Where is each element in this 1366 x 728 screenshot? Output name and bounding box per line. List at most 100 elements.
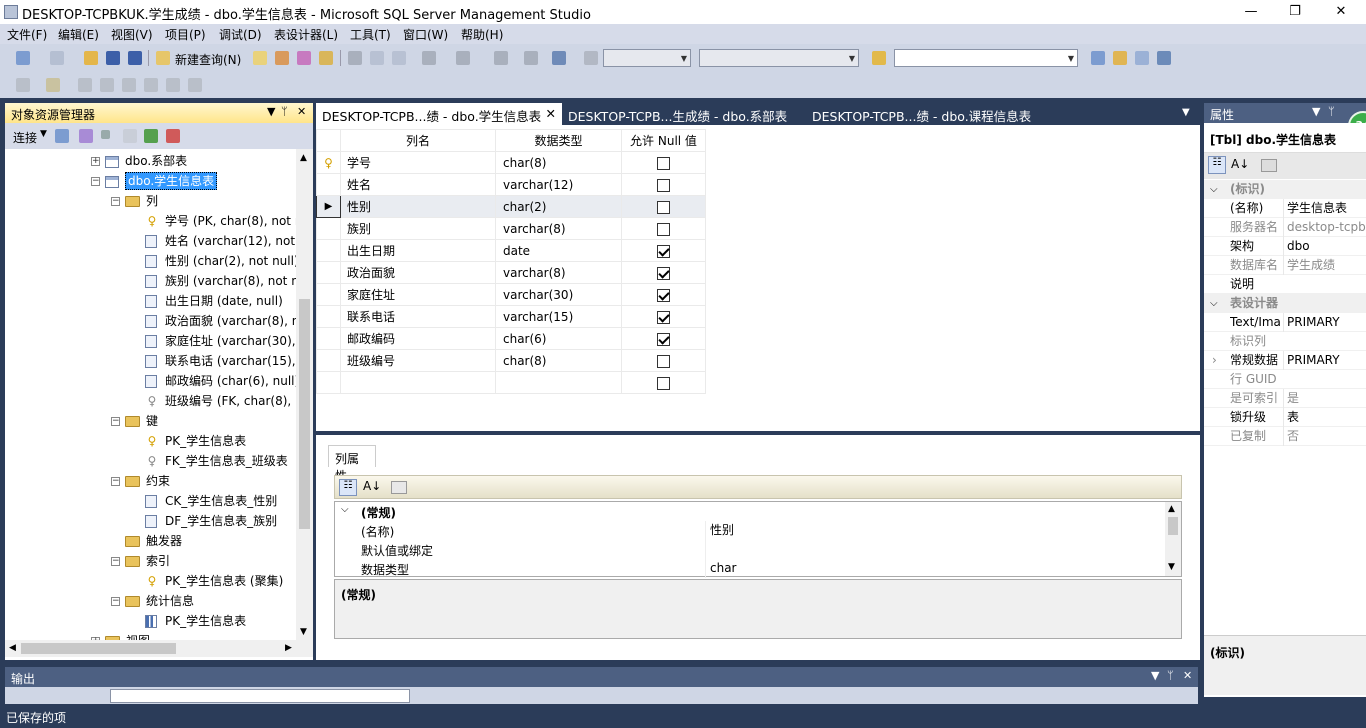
filter-icon[interactable]	[123, 129, 137, 143]
property-row[interactable]: 行 GUID	[1204, 370, 1366, 389]
restore-button[interactable]: ❐	[1272, 0, 1318, 22]
new-query-button[interactable]: 新建查询(N)	[175, 51, 241, 68]
tree-node[interactable]: DF_学生信息表_族别	[145, 511, 277, 531]
property-row[interactable]: 架构 dbo	[1204, 237, 1366, 256]
navigate-forward-icon[interactable]	[524, 51, 538, 65]
row-selector[interactable]	[316, 371, 341, 394]
scroll-right-icon[interactable]: ▶	[285, 643, 292, 653]
category-row[interactable]: ⌵ (常规)	[335, 502, 1165, 521]
cut-icon[interactable]	[348, 51, 362, 65]
property-value[interactable]: 性别	[705, 521, 1163, 540]
tree-node[interactable]: dbo.学生信息表	[105, 171, 218, 191]
column-name-cell[interactable]: 邮政编码	[340, 327, 496, 350]
menu-debug[interactable]: 调试(D)	[219, 26, 262, 43]
tree-node[interactable]: 列	[125, 191, 158, 211]
summary-icon[interactable]	[166, 129, 180, 143]
property-value[interactable]: dbo	[1283, 237, 1366, 256]
property-row[interactable]: 锁升级 表	[1204, 408, 1366, 427]
allow-null-checkbox[interactable]	[657, 266, 670, 280]
add-item-icon[interactable]	[50, 51, 64, 65]
chevron-down-icon[interactable]: ▼	[40, 129, 47, 139]
current-row-icon[interactable]: ▶	[316, 195, 341, 218]
data-type-cell[interactable]: char(8)	[495, 151, 622, 174]
copy-icon[interactable]	[370, 51, 384, 65]
collapse-icon[interactable]: −	[111, 557, 120, 566]
paste-icon[interactable]	[392, 51, 406, 65]
scroll-down-icon[interactable]: ▼	[300, 627, 307, 637]
menu-project[interactable]: 项目(P)	[165, 26, 206, 43]
tools-icon[interactable]	[1135, 51, 1149, 65]
tree-node[interactable]: 政治面貌 (varchar(8), n	[145, 311, 296, 331]
column-name-cell[interactable]: 出生日期	[340, 239, 496, 262]
scroll-thumb-horizontal[interactable]	[21, 643, 176, 654]
property-category[interactable]: ⌵ 表设计器	[1204, 294, 1366, 313]
tab-department[interactable]: DESKTOP-TCPB...生成绩 - dbo.系部表	[562, 103, 793, 125]
tree-node[interactable]: 统计信息	[125, 591, 194, 611]
tree-node[interactable]: 视图	[105, 631, 150, 640]
object-selector[interactable]: [Tbl] dbo.学生信息表	[1204, 123, 1366, 153]
alphabetical-icon[interactable]: A↓	[363, 479, 381, 493]
properties-window-icon[interactable]	[1157, 51, 1171, 65]
close-panel-icon[interactable]: ✕	[1183, 669, 1192, 682]
table-row[interactable]: ♀ 学号 char(8)	[316, 151, 706, 174]
tree-node[interactable]: 约束	[125, 471, 170, 491]
tree-node[interactable]: 键	[125, 411, 158, 431]
tree-node[interactable]: 出生日期 (date, null)	[145, 291, 283, 311]
property-row[interactable]: 说明	[1204, 275, 1366, 294]
collapse-icon[interactable]: ⌵	[341, 504, 349, 515]
property-row[interactable]: (名称) 学生信息表	[1204, 199, 1366, 218]
find-icon[interactable]	[872, 51, 886, 65]
allow-null-checkbox[interactable]	[657, 376, 670, 390]
property-row[interactable]: 已复制 否	[1204, 427, 1366, 446]
pin-icon[interactable]: ᛘ	[1328, 105, 1335, 118]
tree-node[interactable]: 家庭住址 (varchar(30),	[145, 331, 296, 351]
collapse-icon[interactable]: ⌵	[1210, 180, 1218, 199]
close-tab-icon[interactable]: ✕	[546, 106, 556, 121]
table-row[interactable]	[316, 371, 706, 394]
data-type-cell[interactable]: varchar(8)	[495, 217, 622, 240]
allow-null-checkbox[interactable]	[657, 332, 670, 346]
collapse-icon[interactable]: −	[111, 417, 120, 426]
refresh-icon[interactable]	[144, 129, 158, 143]
tree-node[interactable]: PK_学生信息表	[145, 611, 246, 631]
tab-course-info[interactable]: DESKTOP-TCPB...绩 - dbo.课程信息表	[806, 103, 1037, 125]
output-source-dropdown[interactable]	[110, 689, 410, 703]
allow-null-checkbox[interactable]	[657, 310, 670, 324]
property-row[interactable]: (名称) 性别	[335, 521, 1165, 540]
tab-student-info[interactable]: DESKTOP-TCPB...绩 - dbo.学生信息表 ✕	[316, 103, 562, 125]
property-row[interactable]: › 常规数据 PRIMARY	[1204, 351, 1366, 370]
collapse-icon[interactable]: −	[111, 597, 120, 606]
table-row[interactable]: 班级编号 char(8)	[316, 349, 706, 372]
data-type-cell[interactable]: char(6)	[495, 327, 622, 350]
property-row[interactable]: 默认值或绑定	[335, 540, 1165, 559]
data-type-cell[interactable]: varchar(8)	[495, 261, 622, 284]
tree-node[interactable]: 族别 (varchar(8), not nu	[145, 271, 296, 291]
property-row[interactable]: 是可索引是	[1204, 389, 1366, 408]
table-row[interactable]: 邮政编码 char(6)	[316, 327, 706, 350]
row-selector[interactable]	[316, 305, 341, 328]
menu-help[interactable]: 帮助(H)	[461, 26, 503, 43]
table-row[interactable]: ▶ 性别 char(2)	[316, 195, 706, 218]
column-name-cell[interactable]: 家庭住址	[340, 283, 496, 306]
connect-object-icon[interactable]	[55, 129, 69, 143]
column-name-cell[interactable]: 学号	[340, 151, 496, 174]
tree-node[interactable]: 触发器	[125, 531, 182, 551]
expand-icon[interactable]: ›	[1212, 351, 1217, 370]
property-row[interactable]: 服务器名 desktop-tcpb	[1204, 218, 1366, 237]
find-dropdown[interactable]: ▼	[894, 49, 1078, 67]
row-selector[interactable]	[316, 327, 341, 350]
scroll-down-icon[interactable]: ▼	[1168, 562, 1175, 572]
collapse-icon[interactable]: −	[111, 197, 120, 206]
tree-node[interactable]: 联系电话 (varchar(15),	[145, 351, 296, 371]
data-type-cell[interactable]: varchar(15)	[495, 305, 622, 328]
table-row[interactable]: 族别 varchar(8)	[316, 217, 706, 240]
tree-node[interactable]: 邮政编码 (char(6), null)	[145, 371, 296, 391]
property-value[interactable]: 学生成绩	[1283, 256, 1366, 275]
column-name-cell[interactable]: 政治面貌	[340, 261, 496, 284]
data-type-cell[interactable]	[495, 371, 622, 394]
set-primary-key-icon[interactable]	[46, 78, 60, 92]
data-type-cell[interactable]: date	[495, 239, 622, 262]
tree-node[interactable]: dbo.系部表	[105, 151, 187, 171]
redo-icon[interactable]	[456, 51, 470, 65]
categorized-icon[interactable]: ☷	[1208, 156, 1226, 174]
